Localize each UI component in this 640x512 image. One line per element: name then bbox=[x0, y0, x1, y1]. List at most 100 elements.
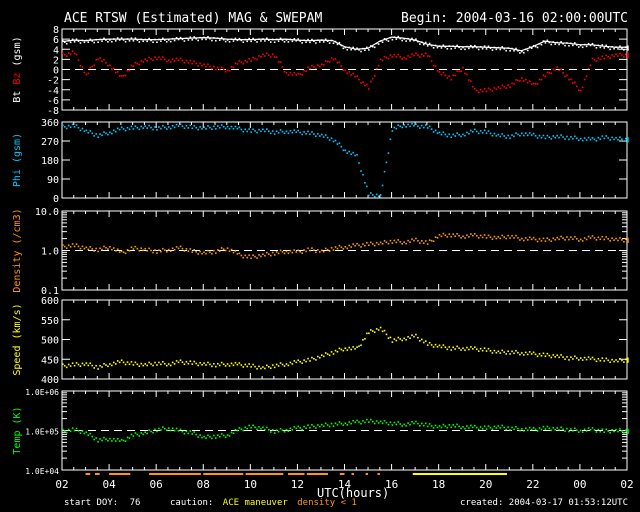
data-point-bz bbox=[530, 83, 533, 86]
data-point-bt bbox=[613, 47, 615, 50]
data-point-density bbox=[81, 245, 84, 248]
data-point-phi bbox=[154, 126, 156, 128]
data-point-speed bbox=[393, 338, 396, 340]
data-point-speed bbox=[144, 363, 146, 365]
data-point-bt bbox=[446, 48, 449, 50]
data-point-phi bbox=[118, 128, 121, 131]
data-point-bt bbox=[230, 38, 233, 40]
data-point-density bbox=[591, 235, 594, 237]
data-point-bt bbox=[572, 44, 574, 47]
y-tick-label: 270 bbox=[41, 137, 59, 148]
data-point-temp bbox=[199, 434, 201, 436]
data-point-bz bbox=[509, 86, 511, 89]
data-point-bz bbox=[132, 65, 135, 67]
data-point-temp bbox=[373, 422, 376, 425]
data-point-speed bbox=[346, 349, 349, 351]
data-point-phi bbox=[167, 126, 170, 128]
data-point-bt bbox=[411, 37, 413, 40]
data-point-bt bbox=[111, 40, 113, 43]
data-point-speed bbox=[307, 357, 309, 360]
data-point-speed bbox=[315, 359, 317, 361]
caution-legend: caution: ACE maneuver density < 1 bbox=[170, 498, 357, 508]
data-point-density bbox=[348, 244, 351, 247]
data-point-speed bbox=[134, 361, 137, 364]
data-point-bt bbox=[248, 37, 250, 40]
data-point-bz bbox=[285, 72, 288, 74]
data-point-phi bbox=[79, 129, 82, 132]
data-point-temp bbox=[511, 426, 513, 429]
data-point-temp bbox=[362, 420, 364, 422]
data-point-temp bbox=[375, 420, 378, 422]
data-point-bt bbox=[120, 37, 123, 39]
data-point-phi bbox=[517, 133, 519, 136]
data-point-temp bbox=[113, 437, 115, 440]
y-label-temp: Temp bbox=[12, 431, 23, 455]
data-point-bt bbox=[440, 47, 443, 49]
data-point-bz bbox=[342, 69, 345, 71]
data-point-temp bbox=[201, 436, 203, 439]
data-point-phi bbox=[226, 125, 229, 128]
data-point-speed bbox=[436, 345, 439, 348]
data-point-bt bbox=[183, 40, 186, 42]
data-point-bt bbox=[262, 38, 264, 40]
data-point-phi bbox=[271, 130, 274, 132]
y-tick-label: 10.0 bbox=[35, 207, 59, 218]
data-point-bt bbox=[256, 41, 258, 43]
data-point-density bbox=[254, 255, 256, 258]
data-point-temp bbox=[101, 439, 103, 442]
data-point-density bbox=[562, 237, 564, 239]
data-point-speed bbox=[546, 352, 549, 355]
created-time: created: 2004-03-17 01:53:12UTC bbox=[460, 498, 628, 508]
data-point-temp bbox=[503, 426, 506, 429]
data-point-speed bbox=[458, 347, 460, 349]
data-point-speed bbox=[574, 355, 576, 358]
data-point-temp bbox=[434, 424, 437, 427]
data-point-bz bbox=[517, 79, 519, 82]
data-point-phi bbox=[577, 139, 580, 142]
data-point-density bbox=[413, 239, 415, 242]
data-point-temp bbox=[603, 431, 606, 433]
data-point-temp bbox=[530, 428, 533, 431]
data-point-speed bbox=[497, 350, 500, 353]
data-point-temp bbox=[627, 428, 629, 431]
data-point-speed bbox=[609, 361, 611, 364]
data-point-phi bbox=[479, 130, 482, 132]
data-point-phi bbox=[627, 138, 629, 141]
data-point-temp bbox=[346, 424, 349, 426]
data-point-phi bbox=[397, 124, 400, 127]
data-point-bz bbox=[519, 80, 521, 82]
data-point-bt bbox=[475, 46, 478, 49]
data-point-phi bbox=[595, 139, 598, 142]
data-point-phi bbox=[216, 125, 219, 127]
data-point-temp bbox=[317, 424, 319, 426]
data-point-temp bbox=[383, 419, 386, 422]
data-point-speed bbox=[538, 353, 541, 355]
data-point-density bbox=[399, 241, 402, 243]
data-point-density bbox=[593, 237, 596, 239]
data-point-phi bbox=[399, 125, 402, 128]
data-point-phi bbox=[352, 151, 354, 154]
data-point-bt bbox=[415, 38, 417, 40]
data-point-density bbox=[524, 237, 527, 239]
data-point-temp bbox=[116, 438, 119, 440]
data-point-speed bbox=[232, 364, 235, 367]
data-point-temp bbox=[320, 423, 323, 426]
data-point-phi bbox=[619, 136, 621, 138]
data-point-bt bbox=[434, 44, 437, 47]
panel-phi: 360270180900Phi (gsm) bbox=[12, 118, 629, 205]
data-point-bt bbox=[281, 39, 284, 41]
data-point-bz bbox=[421, 53, 423, 56]
data-point-speed bbox=[607, 359, 609, 362]
data-point-phi bbox=[77, 126, 80, 129]
data-point-temp bbox=[264, 428, 266, 431]
y-tick-label: 600 bbox=[41, 296, 59, 307]
data-point-bt bbox=[419, 43, 421, 45]
data-point-bz bbox=[105, 61, 107, 64]
panel-density: 10.01.00.1Density (/cm3) bbox=[12, 207, 629, 297]
data-point-bt bbox=[334, 40, 337, 43]
data-point-phi bbox=[366, 185, 368, 188]
data-point-bt bbox=[619, 45, 621, 48]
data-point-phi bbox=[287, 132, 290, 135]
data-point-temp bbox=[258, 426, 260, 428]
data-point-phi bbox=[360, 170, 362, 172]
